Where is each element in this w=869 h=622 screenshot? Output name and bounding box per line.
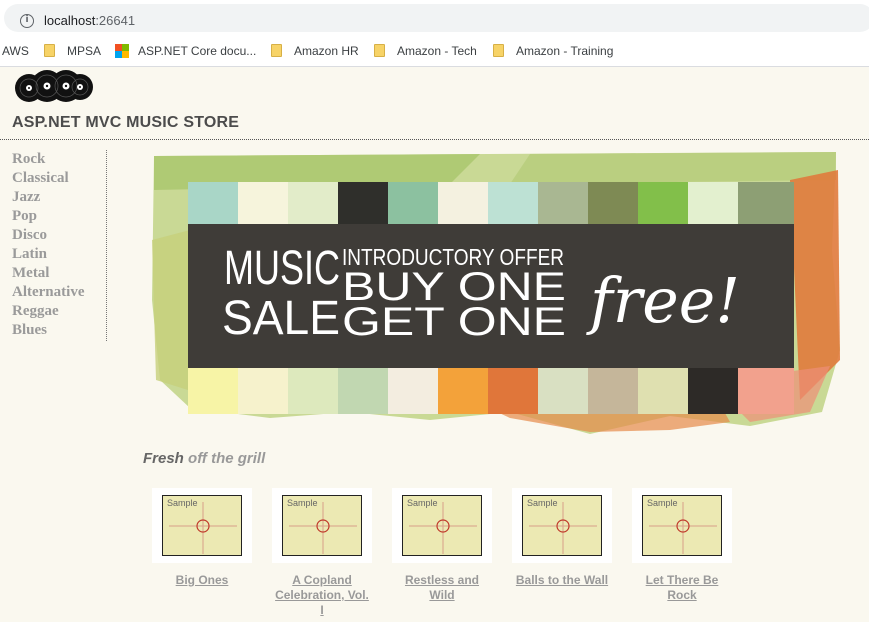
album-card: Sample Big Ones: [152, 488, 252, 588]
sample-label: Sample: [167, 498, 198, 508]
genre-link-blues[interactable]: Blues: [12, 321, 106, 340]
genre-link-disco[interactable]: Disco: [12, 226, 106, 245]
bookmark-aspnet-core-docs[interactable]: ASP.NET Core docu...: [115, 42, 256, 59]
album-art-frame[interactable]: Sample: [632, 488, 732, 563]
genre-link-reggae[interactable]: Reggae: [12, 302, 106, 321]
banner-get-one-text: GET ONE: [342, 300, 566, 344]
album-card: Sample A Copland Celebration, Vol. I: [272, 488, 372, 618]
album-title-link[interactable]: Balls to the Wall: [512, 573, 612, 588]
bookmark-amazon-training[interactable]: Amazon - Training: [493, 42, 613, 59]
bookmark-amazon-hr[interactable]: Amazon HR: [271, 42, 359, 59]
bookmark-amazon-tech[interactable]: Amazon - Tech: [374, 42, 477, 59]
album-title-link[interactable]: Restless and Wild: [392, 573, 492, 603]
genre-link-rock[interactable]: Rock: [12, 150, 106, 169]
genre-link-pop[interactable]: Pop: [12, 207, 106, 226]
header-divider: [0, 139, 869, 140]
url-text[interactable]: localhost:26641: [44, 13, 135, 28]
fresh-heading-light: off the grill: [188, 450, 266, 467]
microsoft-icon: [115, 43, 129, 58]
album-art-placeholder[interactable]: Sample: [162, 495, 242, 556]
folder-icon: [271, 44, 282, 57]
vinyl-records-icon[interactable]: [14, 68, 94, 106]
genre-menu: Rock Classical Jazz Pop Disco Latin Meta…: [12, 150, 107, 341]
promo-banner: MUSIC SALE INTRODUCTORY OFFER BUY ONE GE…: [152, 152, 840, 434]
sample-label: Sample: [527, 498, 558, 508]
genre-link-latin[interactable]: Latin: [12, 245, 106, 264]
album-title-link[interactable]: Let There Be Rock: [632, 573, 732, 603]
bookmark-label: ASP.NET Core docu...: [138, 43, 257, 58]
bookmarks-bar: AWS MPSA ASP.NET Core docu... Amazon HR …: [0, 34, 869, 67]
album-art-frame[interactable]: Sample: [392, 488, 492, 563]
genre-link-metal[interactable]: Metal: [12, 264, 106, 283]
site-title[interactable]: ASP.NET MVC MUSIC STORE: [12, 114, 239, 132]
folder-icon: [374, 44, 385, 57]
album-card: Sample Balls to the Wall: [512, 488, 612, 588]
banner-sale-text: SALE: [222, 292, 340, 345]
sample-label: Sample: [287, 498, 318, 508]
bookmark-label: MPSA: [67, 43, 102, 58]
album-art-frame[interactable]: Sample: [152, 488, 252, 563]
fresh-heading: Fresh off the grill: [143, 450, 265, 467]
album-title-link[interactable]: Big Ones: [152, 573, 252, 588]
genre-link-classical[interactable]: Classical: [12, 169, 106, 188]
sample-label: Sample: [407, 498, 438, 508]
album-card: Sample Restless and Wild: [392, 488, 492, 603]
banner-music-text: MUSIC: [224, 242, 340, 295]
bookmark-label: Amazon HR: [294, 43, 359, 58]
fresh-heading-bold: Fresh: [143, 450, 184, 467]
album-art-frame[interactable]: Sample: [272, 488, 372, 563]
url-host: localhost: [44, 13, 96, 28]
album-art-placeholder[interactable]: Sample: [642, 495, 722, 556]
url-port: :26641: [95, 13, 136, 28]
info-icon[interactable]: i: [20, 14, 34, 28]
folder-icon: [493, 44, 504, 57]
album-card: Sample Let There Be Rock: [632, 488, 732, 603]
genre-link-alternative[interactable]: Alternative: [12, 283, 106, 302]
album-art-placeholder[interactable]: Sample: [282, 495, 362, 556]
album-art-frame[interactable]: Sample: [512, 488, 612, 563]
sample-label: Sample: [647, 498, 678, 508]
bookmark-label: Amazon - Training: [516, 43, 614, 58]
browser-address-bar: i localhost:26641: [0, 0, 869, 34]
bookmark-label: Amazon - Tech: [397, 43, 477, 58]
bookmark-label: AWS: [2, 43, 29, 58]
page-content: ASP.NET MVC MUSIC STORE Rock Classical J…: [0, 68, 869, 622]
genre-link-jazz[interactable]: Jazz: [12, 188, 106, 207]
album-art-placeholder[interactable]: Sample: [402, 495, 482, 556]
folder-icon: [44, 44, 55, 57]
banner-top-color-strip: [188, 182, 794, 224]
album-title-link[interactable]: A Copland Celebration, Vol. I: [272, 573, 372, 618]
url-field[interactable]: i localhost:26641: [4, 4, 869, 32]
bookmark-aws[interactable]: AWS: [2, 42, 29, 59]
banner-free-text: free!: [586, 264, 740, 337]
album-art-placeholder[interactable]: Sample: [522, 495, 602, 556]
banner-bottom-color-strip: [188, 368, 794, 414]
bookmark-mpsa[interactable]: MPSA: [44, 42, 101, 59]
